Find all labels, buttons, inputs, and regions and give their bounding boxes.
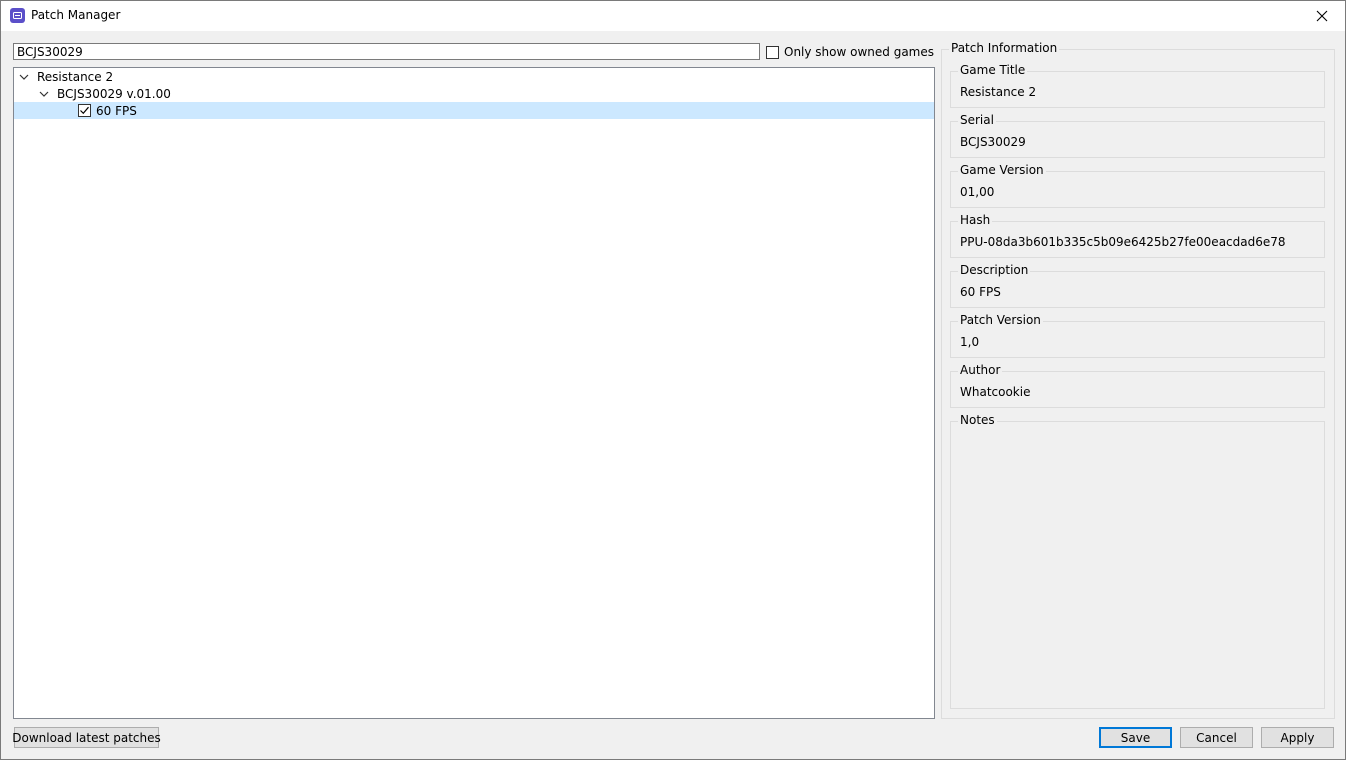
game-title-label: Game Title [958,63,1028,77]
tree-node-patch-label: 60 FPS [96,103,137,118]
app-icon [10,8,25,23]
save-button[interactable]: Save [1099,727,1172,748]
serial-label: Serial [958,113,996,127]
game-title-value: Resistance 2 [960,85,1037,99]
author-value: Whatcookie [960,385,1031,399]
description-label: Description [958,263,1031,277]
serial-value: BCJS30029 [960,135,1026,149]
patch-information-title: Patch Information [949,41,1060,55]
apply-button[interactable]: Apply [1261,727,1334,748]
title-bar: Patch Manager [1,1,1345,31]
patch-manager-window: Patch Manager Only show owned games Resi… [0,0,1346,760]
close-button[interactable] [1299,1,1345,31]
patch-tree[interactable]: Resistance 2 BCJS30029 v.01.00 60 FPS [13,67,935,719]
patch-version-value: 1,0 [960,335,980,349]
tree-node-version[interactable]: BCJS30029 v.01.00 [14,85,934,102]
hash-value: PPU-08da3b601b335c5b09e6425b27fe00eacdad… [960,235,1286,249]
checkmark-icon [80,106,89,115]
patch-version-label: Patch Version [958,313,1043,327]
notes-label: Notes [958,413,997,427]
description-value: 60 FPS [960,285,1001,299]
tree-node-version-label: BCJS30029 v.01.00 [57,86,171,101]
tree-node-patch[interactable]: 60 FPS [14,102,934,119]
chevron-down-icon[interactable] [19,72,29,82]
close-icon [1316,10,1328,22]
owned-only-toggle[interactable]: Only show owned games [766,44,934,60]
owned-only-checkbox[interactable] [766,45,779,59]
game-version-label: Game Version [958,163,1046,177]
cancel-button[interactable]: Cancel [1180,727,1253,748]
hash-label: Hash [958,213,993,227]
author-label: Author [958,363,1003,377]
owned-only-label: Only show owned games [784,45,934,59]
patch-enable-checkbox[interactable] [78,104,91,117]
game-version-value: 01,00 [960,185,995,199]
tree-node-game-label: Resistance 2 [37,69,114,84]
notes-box [950,421,1325,709]
download-latest-patches-button[interactable]: Download latest patches [12,727,161,748]
tree-node-game[interactable]: Resistance 2 [14,68,934,85]
chevron-down-icon[interactable] [39,89,49,99]
search-input[interactable] [13,43,760,60]
window-title: Patch Manager [31,8,121,22]
